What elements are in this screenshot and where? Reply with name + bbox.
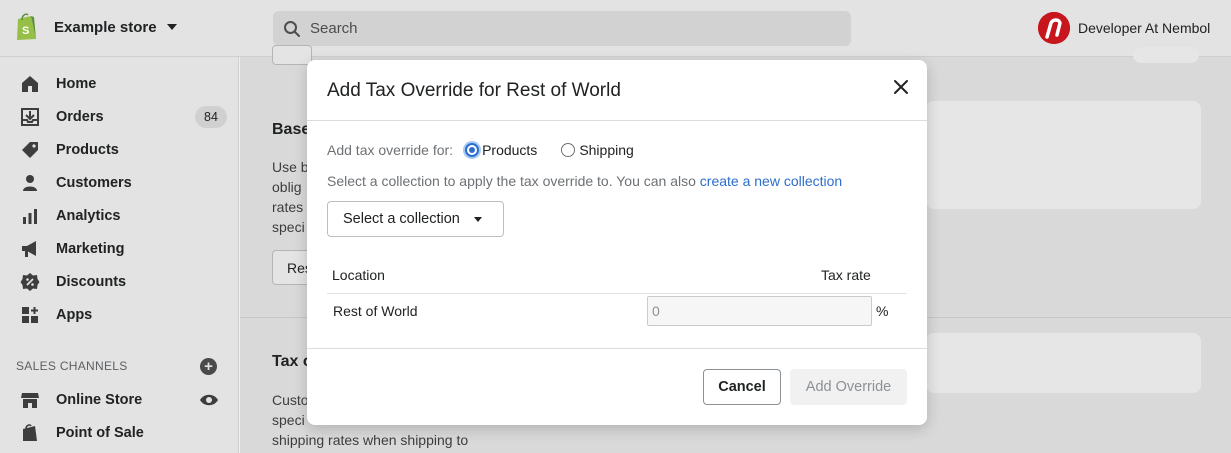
sales-channels-heading: SALES CHANNELS xyxy=(16,359,128,373)
footer-divider xyxy=(307,348,927,349)
background-card xyxy=(926,333,1201,393)
location-cell: Rest of World xyxy=(333,303,418,319)
section-text: Use b xyxy=(272,159,309,175)
store-name: Example store xyxy=(54,18,157,36)
sidebar-item-label: Home xyxy=(56,75,97,92)
tax-rate-input[interactable] xyxy=(647,296,872,326)
shopify-logo-icon: S xyxy=(17,13,36,40)
sidebar-item-label: Analytics xyxy=(56,207,121,224)
add-override-button[interactable]: Add Override xyxy=(790,369,907,405)
search-bar[interactable]: Search xyxy=(273,11,851,46)
bag-icon xyxy=(23,423,37,441)
section-text: shipping rates when shipping to xyxy=(272,432,469,448)
apps-icon xyxy=(22,306,38,323)
sidebar-item-orders[interactable]: Orders 84 xyxy=(0,100,239,133)
sidebar-item-home[interactable]: Home xyxy=(0,67,239,100)
sidebar-item-label: Point of Sale xyxy=(56,424,144,441)
sidebar-item-label: Apps xyxy=(56,306,93,323)
modal-title: Add Tax Override for Rest of World xyxy=(327,80,621,101)
sidebar-item-analytics[interactable]: Analytics xyxy=(0,199,239,232)
products-radio-label[interactable]: Products xyxy=(482,142,537,158)
collection-prompt: Select a collection to apply the tax ove… xyxy=(327,173,842,189)
sidebar-item-label: Orders xyxy=(56,108,104,125)
store-switcher[interactable]: S Example store xyxy=(14,12,177,42)
collection-prompt-text: Select a collection to apply the tax ove… xyxy=(327,173,696,189)
tax-override-modal: Add Tax Override for Rest of World Add t… xyxy=(307,60,927,425)
eye-icon[interactable] xyxy=(199,393,219,407)
sidebar-item-label: Discounts xyxy=(56,273,127,290)
shipping-radio-label[interactable]: Shipping xyxy=(579,142,634,158)
products-radio[interactable] xyxy=(465,143,480,157)
select-collection-button[interactable]: Select a collection xyxy=(327,201,504,237)
tax-rate-column-header: Tax rate xyxy=(821,267,871,283)
sidebar-item-point-of-sale[interactable]: Point of Sale xyxy=(0,416,239,449)
person-icon xyxy=(23,174,37,191)
background-button: Res xyxy=(272,250,312,285)
nembol-logo-icon xyxy=(1038,12,1070,44)
discount-icon xyxy=(20,272,40,291)
sidebar-item-label: Online Store xyxy=(56,391,143,408)
orders-icon xyxy=(21,107,39,126)
sidebar-item-discounts[interactable]: Discounts xyxy=(0,265,239,298)
orders-count-badge: 84 xyxy=(195,105,227,128)
bar-chart-icon xyxy=(23,208,37,224)
background-card xyxy=(1133,47,1199,63)
user-name: Developer At Nembol xyxy=(1078,20,1211,36)
background-card xyxy=(926,101,1201,209)
table-divider xyxy=(327,293,907,294)
cancel-button[interactable]: Cancel xyxy=(703,369,781,405)
sidebar-item-apps[interactable]: Apps xyxy=(0,298,239,331)
section-text: Custo xyxy=(272,392,309,408)
megaphone-icon xyxy=(22,240,36,257)
search-placeholder: Search xyxy=(310,20,358,37)
search-icon xyxy=(284,20,300,37)
chevron-down-icon xyxy=(473,216,482,222)
section-title: Base xyxy=(272,121,311,138)
close-icon[interactable] xyxy=(891,77,911,97)
section-text: rates xyxy=(272,199,304,215)
override-for-label: Add tax override for: xyxy=(327,142,454,158)
add-sales-channel-icon[interactable]: + xyxy=(200,358,217,375)
section-text: speci xyxy=(272,219,305,235)
create-collection-link[interactable]: create a new collection xyxy=(700,173,842,189)
chevron-down-icon xyxy=(166,24,177,30)
shipping-radio[interactable] xyxy=(561,143,576,157)
user-menu[interactable]: Developer At Nembol xyxy=(1038,12,1210,44)
select-collection-label: Select a collection xyxy=(343,211,460,227)
top-bar: S Example store Search Developer At Nemb… xyxy=(0,0,1231,57)
sidebar-item-customers[interactable]: Customers xyxy=(0,166,239,199)
sidebar-item-label: Products xyxy=(56,141,119,158)
avatar xyxy=(1038,12,1070,44)
svg-text:S: S xyxy=(22,25,29,37)
modal-header: Add Tax Override for Rest of World xyxy=(307,60,927,121)
store-icon xyxy=(21,392,39,408)
sidebar-item-label: Customers xyxy=(56,174,132,191)
sidebar-item-marketing[interactable]: Marketing xyxy=(0,232,239,265)
sidebar-item-label: Marketing xyxy=(56,240,125,257)
section-text: speci xyxy=(272,412,305,428)
percent-unit: % xyxy=(876,303,889,319)
location-column-header: Location xyxy=(332,267,385,283)
sidebar: Home Orders 84 Products Customers Analyt… xyxy=(0,57,239,453)
home-icon xyxy=(22,75,38,92)
section-text: oblig xyxy=(272,179,302,195)
background-button xyxy=(272,45,312,65)
sidebar-item-products[interactable]: Products xyxy=(0,133,239,166)
tag-icon xyxy=(22,141,38,158)
override-type-row: Add tax override for: Products Shipping xyxy=(327,142,634,158)
